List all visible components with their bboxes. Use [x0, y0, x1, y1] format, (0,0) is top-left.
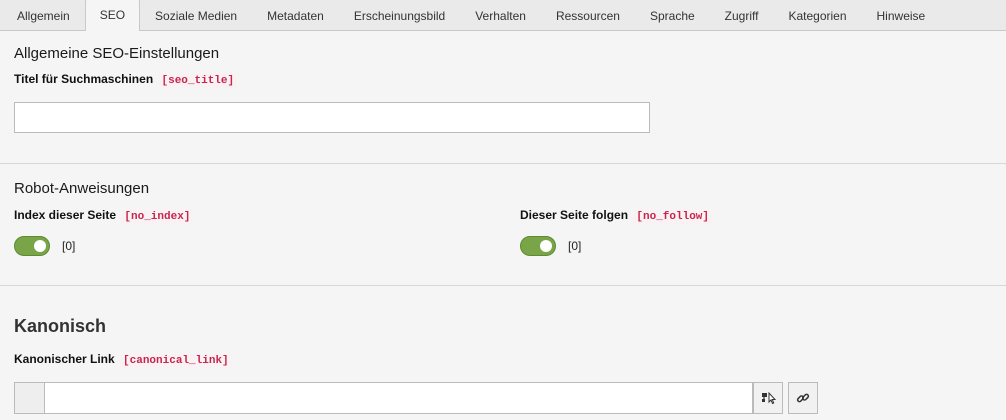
seo-title-label-row: Titel für Suchmaschinen [seo_title]: [14, 72, 992, 88]
canonical-heading: Kanonisch: [14, 315, 107, 336]
tab-kategorien[interactable]: Kategorien: [773, 0, 861, 30]
canonical-link-input[interactable]: [45, 381, 753, 414]
no-index-field: Index dieser Seite [no_index] [0]: [14, 208, 194, 256]
canonical-link-label: Kanonischer Link: [14, 351, 115, 366]
canonical-link-field-name: [canonical_link]: [120, 353, 232, 368]
toggle-knob: [34, 240, 46, 252]
page-browser-button[interactable]: [753, 381, 783, 414]
no-follow-label: Dieser Seite folgen: [520, 208, 629, 222]
tab-sprache[interactable]: Sprache: [635, 0, 710, 30]
seo-title-input[interactable]: [14, 102, 650, 133]
robots-heading: Robot-Anweisungen: [14, 180, 150, 197]
tab-allgemein[interactable]: Allgemein: [2, 0, 85, 30]
seo-title-label: Titel für Suchmaschinen: [14, 72, 154, 86]
seo-title-field-name: [seo_title]: [158, 74, 238, 88]
toggle-knob: [540, 240, 552, 252]
no-follow-toggle[interactable]: [520, 236, 556, 256]
canonical-link-addon: [14, 381, 45, 414]
canonical-section: Kanonisch Kanonischer Link [canonical_li…: [0, 286, 1006, 414]
no-index-value: [0]: [62, 239, 76, 253]
link-button[interactable]: [788, 381, 818, 414]
tab-erscheinungsbild[interactable]: Erscheinungsbild: [339, 0, 460, 30]
tab-zugriff[interactable]: Zugriff: [710, 0, 774, 30]
tab-soziale-medien[interactable]: Soziale Medien: [140, 0, 252, 30]
no-index-field-name: [no_index]: [121, 210, 194, 224]
tab-bar: Allgemein SEO Soziale Medien Metadaten E…: [0, 0, 1006, 31]
no-index-toggle[interactable]: [14, 236, 50, 256]
no-follow-toggle-row: [0]: [520, 236, 712, 256]
no-follow-value: [0]: [568, 239, 582, 253]
no-index-label-row: Index dieser Seite [no_index]: [14, 208, 194, 224]
seo-settings-heading: Allgemeine SEO-Einstellungen: [14, 45, 220, 62]
link-icon: [796, 393, 810, 403]
tab-seo[interactable]: SEO: [84, 0, 141, 31]
canonical-link-input-group: [14, 381, 992, 414]
robots-section: Robot-Anweisungen Index dieser Seite [no…: [0, 164, 1006, 286]
no-follow-field-name: [no_follow]: [633, 210, 713, 224]
page-tree-browse-icon: [762, 391, 776, 405]
tab-metadaten[interactable]: Metadaten: [252, 0, 339, 30]
seo-settings-section: Allgemeine SEO-Einstellungen Titel für S…: [0, 31, 1006, 164]
tab-verhalten[interactable]: Verhalten: [460, 0, 541, 30]
no-follow-field: Dieser Seite folgen [no_follow] [0]: [520, 208, 713, 256]
no-index-toggle-row: [0]: [14, 236, 193, 256]
tab-hinweise[interactable]: Hinweise: [862, 0, 941, 30]
no-index-label: Index dieser Seite: [14, 208, 117, 222]
canonical-label-row: Kanonischer Link [canonical_link]: [14, 351, 992, 368]
tab-ressourcen[interactable]: Ressourcen: [541, 0, 635, 30]
no-follow-label-row: Dieser Seite folgen [no_follow]: [520, 208, 713, 224]
